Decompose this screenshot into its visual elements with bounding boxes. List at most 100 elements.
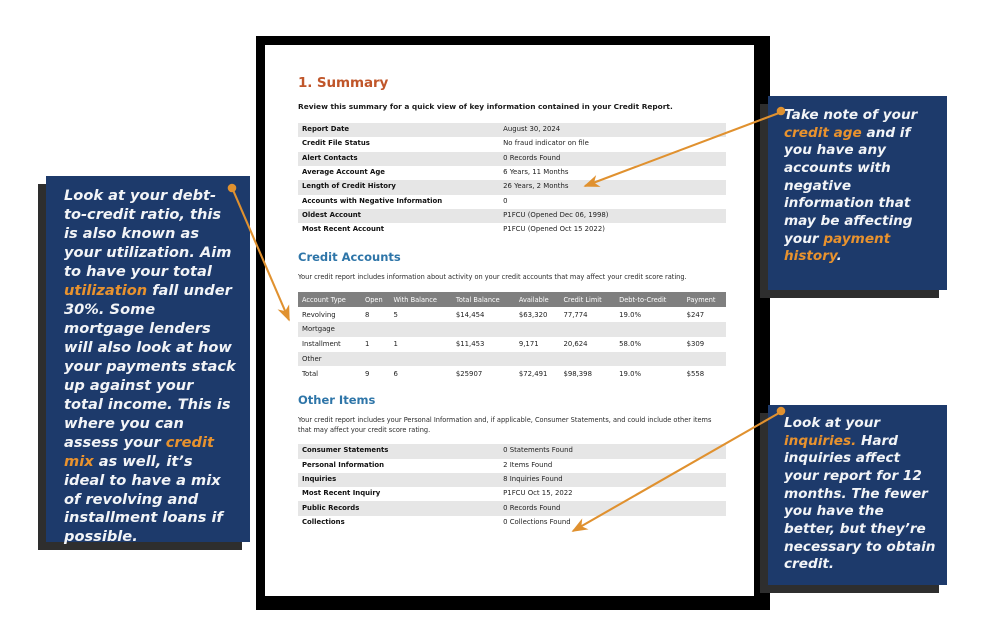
table-cell: 58.0% — [615, 336, 683, 352]
other-items-cell-value: 0 Collections Found — [503, 517, 571, 526]
table-row: Most Recent Account P1FCU (Opened Oct 15 … — [298, 223, 726, 238]
summary-cell-label: Most Recent Account — [302, 225, 385, 234]
table-cell — [559, 322, 616, 337]
table-cell — [389, 322, 452, 337]
table-row: Mortgage — [298, 322, 726, 337]
table-cell: Installment — [298, 336, 362, 352]
summary-cell-label: Length of Credit History — [302, 182, 396, 191]
screenshot-canvas: 1. Summary Review this summary for a qui… — [0, 0, 1000, 644]
column-header: Debt-to-Credit — [615, 292, 683, 308]
table-cell — [389, 351, 452, 367]
table-cell — [514, 351, 560, 367]
callout-top-right-text-part2: and if you have any accounts with negati… — [784, 124, 913, 247]
table-cell — [682, 322, 726, 337]
summary-cell-value: 0 — [503, 196, 508, 205]
credit-report-page: 1. Summary Review this summary for a qui… — [265, 45, 754, 596]
summary-cell-label: Alert Contacts — [302, 153, 358, 162]
table-cell: Total — [298, 366, 362, 382]
table-cell: $63,320 — [514, 307, 560, 322]
other-items-cell-value: P1FCU Oct 15, 2022 — [503, 489, 573, 498]
column-header: Credit Limit — [559, 292, 616, 308]
credit-accounts-table: Account Type Open With Balance Total Balanc… — [298, 292, 726, 382]
table-cell: 6 — [389, 366, 452, 382]
table-row: Credit File Status No fraud indicator on … — [298, 137, 726, 152]
summary-cell-value: 26 Years, 2 Months — [503, 182, 569, 191]
other-items-description: Your credit report includes your Persona… — [298, 416, 712, 434]
summary-cell-label: Credit File Status — [302, 139, 370, 148]
table-row: Other — [298, 351, 726, 367]
callout-top-right-highlight-credit-age: credit age — [784, 124, 862, 141]
table-cell: $558 — [682, 366, 726, 382]
table-row: Collections 0 Collections Found — [298, 515, 726, 531]
callout-top-right-text-part1: Take note of your — [784, 107, 918, 123]
table-cell: 1 — [389, 336, 452, 352]
table-cell: 1 — [361, 336, 390, 352]
table-row: Alert Contacts 0 Records Found — [298, 151, 726, 166]
summary-cell-value: 6 Years, 11 Months — [503, 168, 569, 177]
annotation-callout-utilization: Look at your debt-to-credit ratio, this … — [46, 176, 250, 545]
callout-left-text-part2: fall under 30%. Some mortgage lenders wi… — [64, 281, 236, 451]
column-header: Available — [514, 292, 560, 308]
table-cell — [361, 351, 390, 367]
other-items-cell-label: Most Recent Inquiry — [302, 489, 381, 498]
other-items-heading: Other Items — [298, 393, 376, 408]
table-cell: $25907 — [451, 366, 515, 382]
table-cell: 19.0% — [615, 366, 683, 382]
summary-table: Report Date August 30, 2024 Credit File St… — [298, 122, 726, 238]
callout-top-right-text-part3: . — [836, 248, 842, 265]
table-row: Oldest Account P1FCU (Opened Dec 06, 1998… — [298, 208, 726, 224]
table-cell: 9,171 — [514, 336, 560, 352]
annotation-callout-credit-age: Take note of your credit age and if you … — [768, 96, 947, 290]
column-header: Open — [361, 292, 390, 308]
table-cell — [682, 351, 726, 367]
annotation-callout-inquiries: Look at your inquiries. Hard inquiries a… — [768, 405, 947, 585]
table-row: Average Account Age 6 Years, 11 Months — [298, 165, 726, 181]
table-row: Accounts with Negative Information 0 — [298, 194, 726, 209]
summary-cell-value: 0 Records Found — [503, 153, 561, 162]
table-cell: $98,398 — [559, 366, 616, 382]
other-items-cell-label: Consumer Statements — [302, 446, 389, 455]
table-cell: Mortgage — [298, 322, 362, 337]
table-row: Public Records 0 Records Found — [298, 501, 726, 516]
summary-cell-label: Oldest Account — [302, 211, 361, 220]
summary-cell-value: P1FCU (Opened Dec 06, 1998) — [503, 211, 609, 220]
summary-cell-value: P1FCU (Opened Oct 15 2022) — [503, 225, 605, 234]
table-cell — [451, 322, 515, 337]
summary-cell-value: August 30, 2024 — [503, 125, 561, 134]
credit-accounts-heading: Credit Accounts — [298, 250, 401, 265]
table-row: Total 9 6 $25907 $72,491 $98,398 19.0% $558 — [298, 366, 726, 382]
table-cell — [559, 351, 616, 367]
other-items-cell-label: Collections — [302, 517, 345, 526]
table-cell — [514, 322, 560, 337]
summary-cell-label: Accounts with Negative Information — [302, 196, 443, 205]
callout-left-highlight-utilization: utilization — [64, 281, 148, 299]
table-row: Most Recent Inquiry P1FCU Oct 15, 2022 — [298, 487, 726, 502]
callout-left-text-part1: Look at your debt-to-credit ratio, this … — [64, 187, 232, 280]
table-cell — [361, 322, 390, 337]
table-cell: $309 — [682, 336, 726, 352]
table-cell: Revolving — [298, 307, 362, 322]
page-title: 1. Summary — [298, 75, 389, 91]
table-cell: $11,453 — [451, 336, 515, 352]
table-cell: $72,491 — [514, 366, 560, 382]
table-cell: $247 — [682, 307, 726, 322]
summary-cell-value: No fraud indicator on file — [503, 139, 589, 148]
other-items-cell-value: 0 Records Found — [503, 503, 561, 512]
other-items-cell-label: Public Records — [302, 503, 360, 512]
table-cell — [615, 351, 683, 367]
other-items-cell-value: 0 Statements Found — [503, 446, 573, 455]
table-cell: 19.0% — [615, 307, 683, 322]
table-cell: 20,624 — [559, 336, 616, 352]
table-row: Report Date August 30, 2024 — [298, 122, 726, 138]
other-items-cell-value: 8 Inquiries Found — [503, 475, 563, 484]
table-cell — [451, 351, 515, 367]
column-header: Payment — [682, 292, 726, 308]
table-cell — [615, 322, 683, 337]
table-row: Installment 1 1 $11,453 9,171 20,624 58.0% $309 — [298, 336, 726, 352]
table-cell: 5 — [389, 307, 452, 322]
column-header: With Balance — [389, 292, 452, 308]
table-cell: Other — [298, 351, 362, 367]
table-row: Length of Credit History 26 Years, 2 Mont… — [298, 180, 726, 195]
table-cell: $14,454 — [451, 307, 515, 322]
credit-accounts-description: Your credit report includes information … — [298, 273, 687, 282]
